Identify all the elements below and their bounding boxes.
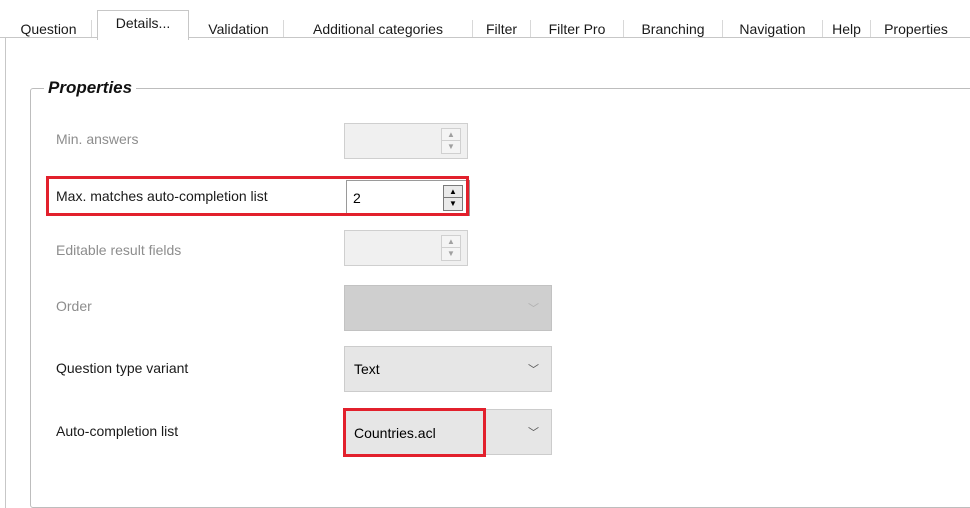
spin-up-icon[interactable]: ▲ [444, 186, 462, 198]
tab-filter-pro[interactable]: Filter Pro [531, 20, 624, 38]
spin-up-icon[interactable]: ▲ [442, 129, 460, 141]
min-answers-spinner[interactable]: ▲ ▼ [344, 123, 468, 159]
group-title: Properties [44, 78, 137, 98]
tab-filter[interactable]: Filter [473, 20, 531, 38]
max-matches-label: Max. matches auto-completion list [56, 188, 268, 204]
tab-help[interactable]: Help [823, 20, 871, 38]
editable-result-fields-spin-buttons: ▲ ▼ [441, 235, 461, 261]
order-combo[interactable]: ﹀ [344, 285, 552, 331]
chevron-down-icon: ﹀ [528, 427, 539, 439]
spin-down-icon[interactable]: ▼ [442, 141, 460, 153]
max-matches-spinner[interactable]: 2 ▲ ▼ [346, 180, 470, 216]
order-label: Order [56, 298, 92, 314]
tab-question[interactable]: Question [6, 20, 92, 38]
min-answers-label: Min. answers [56, 131, 139, 147]
question-type-variant-value: Text [354, 361, 380, 377]
tab-strip: Question Details... Validation Additiona… [0, 8, 970, 40]
tab-branching[interactable]: Branching [624, 20, 723, 38]
editable-result-fields-spinner[interactable]: ▲ ▼ [344, 230, 468, 266]
tab-validation[interactable]: Validation [194, 20, 284, 38]
max-matches-spin-buttons: ▲ ▼ [443, 185, 463, 211]
question-type-variant-label: Question type variant [56, 360, 189, 376]
auto-completion-list-combo[interactable]: Countries.acl ﹀ [344, 409, 552, 455]
editable-result-fields-label: Editable result fields [56, 242, 182, 258]
chevron-down-icon: ﹀ [528, 364, 539, 376]
chevron-down-icon: ﹀ [528, 303, 539, 315]
auto-completion-list-value: Countries.acl [354, 425, 436, 441]
max-matches-value[interactable]: 2 [353, 190, 361, 206]
spin-down-icon[interactable]: ▼ [444, 198, 462, 210]
tab-navigation[interactable]: Navigation [723, 20, 823, 38]
spin-down-icon[interactable]: ▼ [442, 248, 460, 260]
spin-up-icon[interactable]: ▲ [442, 236, 460, 248]
question-type-variant-combo[interactable]: Text ﹀ [344, 346, 552, 392]
min-answers-spin-buttons: ▲ ▼ [441, 128, 461, 154]
auto-completion-list-label: Auto-completion list [56, 423, 179, 439]
tab-properties[interactable]: Properties [871, 20, 961, 38]
tab-additional-categories[interactable]: Additional categories [284, 20, 473, 38]
tab-details[interactable]: Details... [97, 10, 189, 40]
